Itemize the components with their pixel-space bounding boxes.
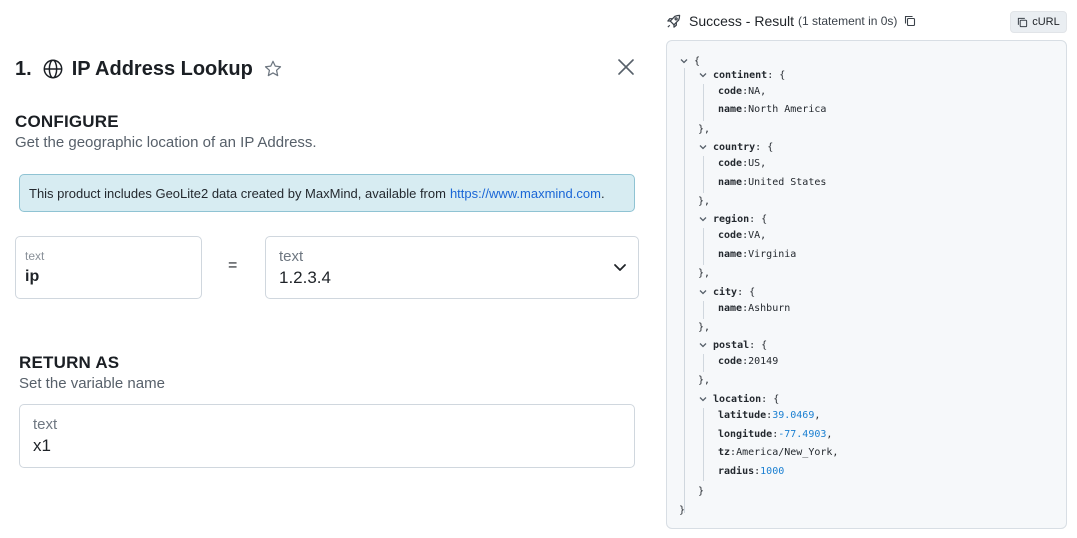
json-line-city-name: name: Ashburn (718, 302, 791, 314)
indent-guide (703, 354, 704, 372)
indent-guide (703, 408, 704, 481)
json-root-open: { (679, 53, 700, 69)
json-line-postal-close: }, (698, 374, 711, 386)
json-line-location-longitude: longitude: -77.4903, (718, 428, 833, 440)
json-line-continent: continent: { (698, 67, 785, 83)
rocket-icon (666, 14, 681, 29)
json-line-postal-code: code: 20149 (718, 355, 779, 367)
param-value-select[interactable]: text 1.2.3.4 (265, 236, 639, 299)
param-name-type-label: text (25, 249, 45, 263)
param-value-type-label: text (279, 248, 304, 265)
indent-guide (703, 228, 704, 265)
json-line-continent-name: name: North America (718, 103, 827, 115)
step-number: 1. (15, 57, 32, 80)
param-value-value: 1.2.3.4 (279, 268, 331, 287)
json-line-country-close: }, (698, 195, 711, 207)
json-line-country-name: name: United States (718, 176, 827, 188)
collapse-toggle-icon[interactable] (698, 394, 708, 404)
json-result-panel[interactable]: { continent: { code: NA, name: North Ame… (666, 40, 1067, 529)
indent-guide (703, 156, 704, 193)
geolite-notice: This product includes GeoLite2 data crea… (19, 174, 635, 212)
json-root-close: } (679, 504, 686, 516)
result-title: Success - Result (689, 13, 795, 29)
collapse-toggle-icon[interactable] (698, 214, 708, 224)
collapse-toggle-icon[interactable] (698, 340, 708, 350)
json-line-region-code: code: VA, (718, 229, 767, 241)
indent-guide (684, 68, 685, 513)
curl-label: cURL (1032, 16, 1060, 28)
equals-sign: = (228, 257, 238, 274)
json-line-region: region: { (698, 211, 767, 227)
configure-title: CONFIGURE (15, 112, 119, 131)
json-line-country: country: { (698, 139, 773, 155)
collapse-toggle-icon[interactable] (679, 56, 689, 66)
indent-guide (703, 301, 704, 319)
curl-button[interactable]: cURL (1010, 11, 1067, 33)
chevron-down-icon[interactable] (612, 259, 628, 275)
result-meta: (1 statement in 0s) (798, 14, 898, 28)
copy-icon (1018, 17, 1028, 27)
json-line-region-name: name: Virginia (718, 248, 797, 260)
param-name-value: ip (25, 268, 40, 285)
copy-icon[interactable] (904, 15, 916, 27)
json-line-country-code: code: US, (718, 157, 767, 169)
close-icon[interactable] (617, 58, 635, 76)
step-title: IP Address Lookup (71, 57, 253, 80)
json-line-postal: postal: { (698, 337, 767, 353)
collapse-toggle-icon[interactable] (698, 70, 708, 80)
json-line-region-close: }, (698, 267, 711, 279)
result-header: Success - Result (1 statement in 0s) (666, 11, 916, 31)
json-line-location-tz: tz: America/New_York, (718, 446, 839, 458)
variable-name-type-label: text (33, 416, 58, 433)
json-line-city: city: { (698, 284, 755, 300)
return-as-title: RETURN AS (19, 353, 120, 372)
notice-suffix: . (600, 185, 605, 201)
star-icon[interactable] (263, 59, 283, 79)
globe-icon (42, 58, 64, 80)
step-header: 1. IP Address Lookup (15, 55, 283, 83)
return-as-subtitle: Set the variable name (19, 375, 165, 392)
collapse-toggle-icon[interactable] (698, 142, 708, 152)
json-line-continent-code: code: NA, (718, 85, 767, 97)
json-line-continent-close: }, (698, 123, 711, 135)
json-line-location-radius: radius: 1000 (718, 465, 785, 477)
collapse-toggle-icon[interactable] (698, 287, 708, 297)
json-line-location-close: } (698, 485, 705, 497)
configure-subtitle: Get the geographic location of an IP Add… (15, 134, 317, 151)
variable-name-field[interactable]: text x1 (19, 404, 635, 468)
indent-guide (703, 84, 704, 121)
maxmind-link[interactable]: https://www.maxmind.com (450, 186, 601, 201)
notice-text: This product includes GeoLite2 data crea… (29, 185, 446, 201)
json-line-city-close: }, (698, 321, 711, 333)
variable-name-value: x1 (33, 436, 51, 455)
json-line-location-latitude: latitude: 39.0469, (718, 409, 821, 421)
param-name-field[interactable]: text ip (15, 236, 202, 299)
json-line-location: location: { (698, 391, 779, 407)
